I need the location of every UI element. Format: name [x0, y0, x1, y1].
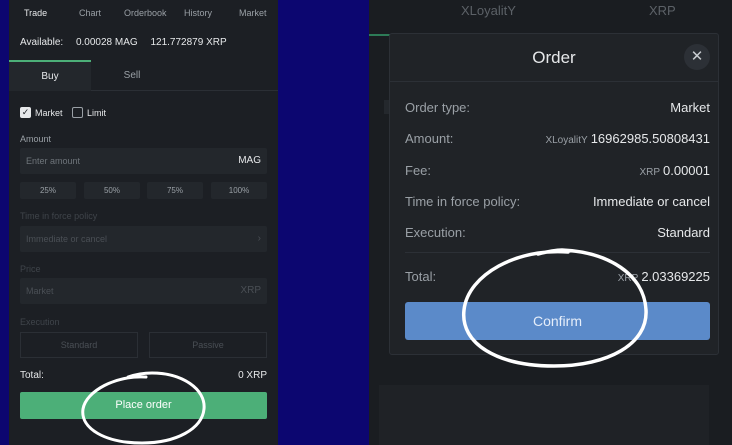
total-row-label: Total: — [405, 269, 437, 284]
available-mag: 0.00028 MAG — [75, 37, 138, 48]
total-label: Total: — [20, 370, 44, 381]
market-checkbox-label: Market — [35, 107, 63, 118]
order-type-label: Order type: — [405, 100, 471, 115]
nav-market[interactable]: Market — [239, 8, 267, 18]
nav-history[interactable]: History — [184, 8, 212, 18]
amount-row-label: Amount: — [405, 131, 454, 146]
chevron-right-icon: › — [257, 233, 261, 244]
tif-label: Time in force policy — [20, 211, 98, 221]
confirm-button[interactable]: Confirm — [405, 302, 710, 340]
price-label: Price — [20, 264, 41, 274]
amount-number: 16962985.50808431 — [590, 131, 710, 146]
order-type-value: Market — [670, 100, 710, 115]
available-balance: Available: 0.00028 MAG 121.772879 XRP — [20, 37, 237, 48]
total-value: 0 XRP — [238, 370, 267, 381]
percent-25-button[interactable]: 25% — [20, 182, 76, 199]
total-number: 2.03369225 — [641, 269, 710, 284]
nav-trade[interactable]: Trade — [24, 8, 47, 18]
amount-unit: MAG — [238, 155, 261, 166]
percent-75-button[interactable]: 75% — [147, 182, 203, 199]
tif-select[interactable]: Immediate or cancel › — [20, 226, 267, 252]
modal-title: Order — [532, 48, 576, 67]
fee-label: Fee: — [405, 163, 432, 178]
amount-currency: XLoyalitY — [545, 135, 588, 146]
tif-row-label: Time in force policy: — [405, 194, 521, 209]
amount-placeholder: Enter amount — [26, 156, 81, 166]
close-icon[interactable]: ✕ — [684, 44, 710, 70]
tab-sell[interactable]: Sell — [91, 60, 173, 91]
background-tabs: XLoyalitY XRP — [369, 0, 732, 36]
execution-passive-button[interactable]: Passive — [149, 332, 267, 358]
fee-number: 0.00001 — [663, 163, 710, 178]
percent-50-button[interactable]: 50% — [84, 182, 140, 199]
tif-value: Immediate or cancel — [26, 234, 108, 244]
limit-checkbox[interactable]: Limit — [72, 107, 106, 118]
total-currency: XRP — [617, 273, 639, 284]
nav-orderbook[interactable]: Orderbook — [124, 8, 167, 18]
amount-input[interactable]: Enter amount MAG — [20, 148, 267, 174]
fee-value: XRP 0.00001 — [639, 163, 710, 178]
amount-row-value: XLoyalitY 16962985.50808431 — [545, 131, 710, 146]
nav-chart[interactable]: Chart — [79, 8, 101, 18]
available-xrp: 121.772879 XRP — [150, 37, 227, 48]
place-order-button[interactable]: Place order — [20, 392, 267, 419]
buy-sell-tabs: Buy Sell — [9, 60, 278, 91]
divider — [405, 252, 710, 253]
trade-panel: Trade Chart Orderbook History Market Ava… — [9, 0, 278, 445]
tab-buy[interactable]: Buy — [9, 60, 91, 91]
price-input[interactable]: Market XRP — [20, 278, 267, 304]
bg-tab-xloyality: XLoyalitY — [461, 3, 516, 18]
empty-checkbox-icon — [72, 107, 83, 118]
background-execution-area — [379, 385, 709, 445]
price-value: Market — [26, 286, 54, 296]
top-nav: Trade Chart Orderbook History Market — [9, 0, 278, 26]
order-confirmation-modal: Order ✕ Order type: Market Amount: XLoya… — [389, 33, 719, 355]
execution-row-value: Standard — [657, 225, 710, 240]
price-unit: XRP — [240, 285, 261, 296]
fee-currency: XRP — [639, 167, 660, 178]
amount-label: Amount — [20, 134, 52, 144]
modal-header: Order ✕ — [390, 34, 718, 82]
total-row-value: XRP 2.03369225 — [618, 269, 710, 284]
execution-standard-button[interactable]: Standard — [20, 332, 138, 358]
percent-100-button[interactable]: 100% — [211, 182, 267, 199]
market-checkbox[interactable]: ✓ Market — [20, 107, 63, 118]
execution-row-label: Execution: — [405, 225, 466, 240]
order-panel-background: XLoyalitY XRP Order ✕ Order type: Market… — [369, 0, 732, 445]
tif-row-value: Immediate or cancel — [592, 194, 710, 209]
limit-checkbox-label: Limit — [87, 107, 107, 118]
execution-label: Execution — [20, 317, 60, 327]
checkmark-icon: ✓ — [20, 107, 31, 118]
available-label: Available: — [20, 37, 64, 48]
bg-tab-xrp: XRP — [649, 3, 676, 18]
